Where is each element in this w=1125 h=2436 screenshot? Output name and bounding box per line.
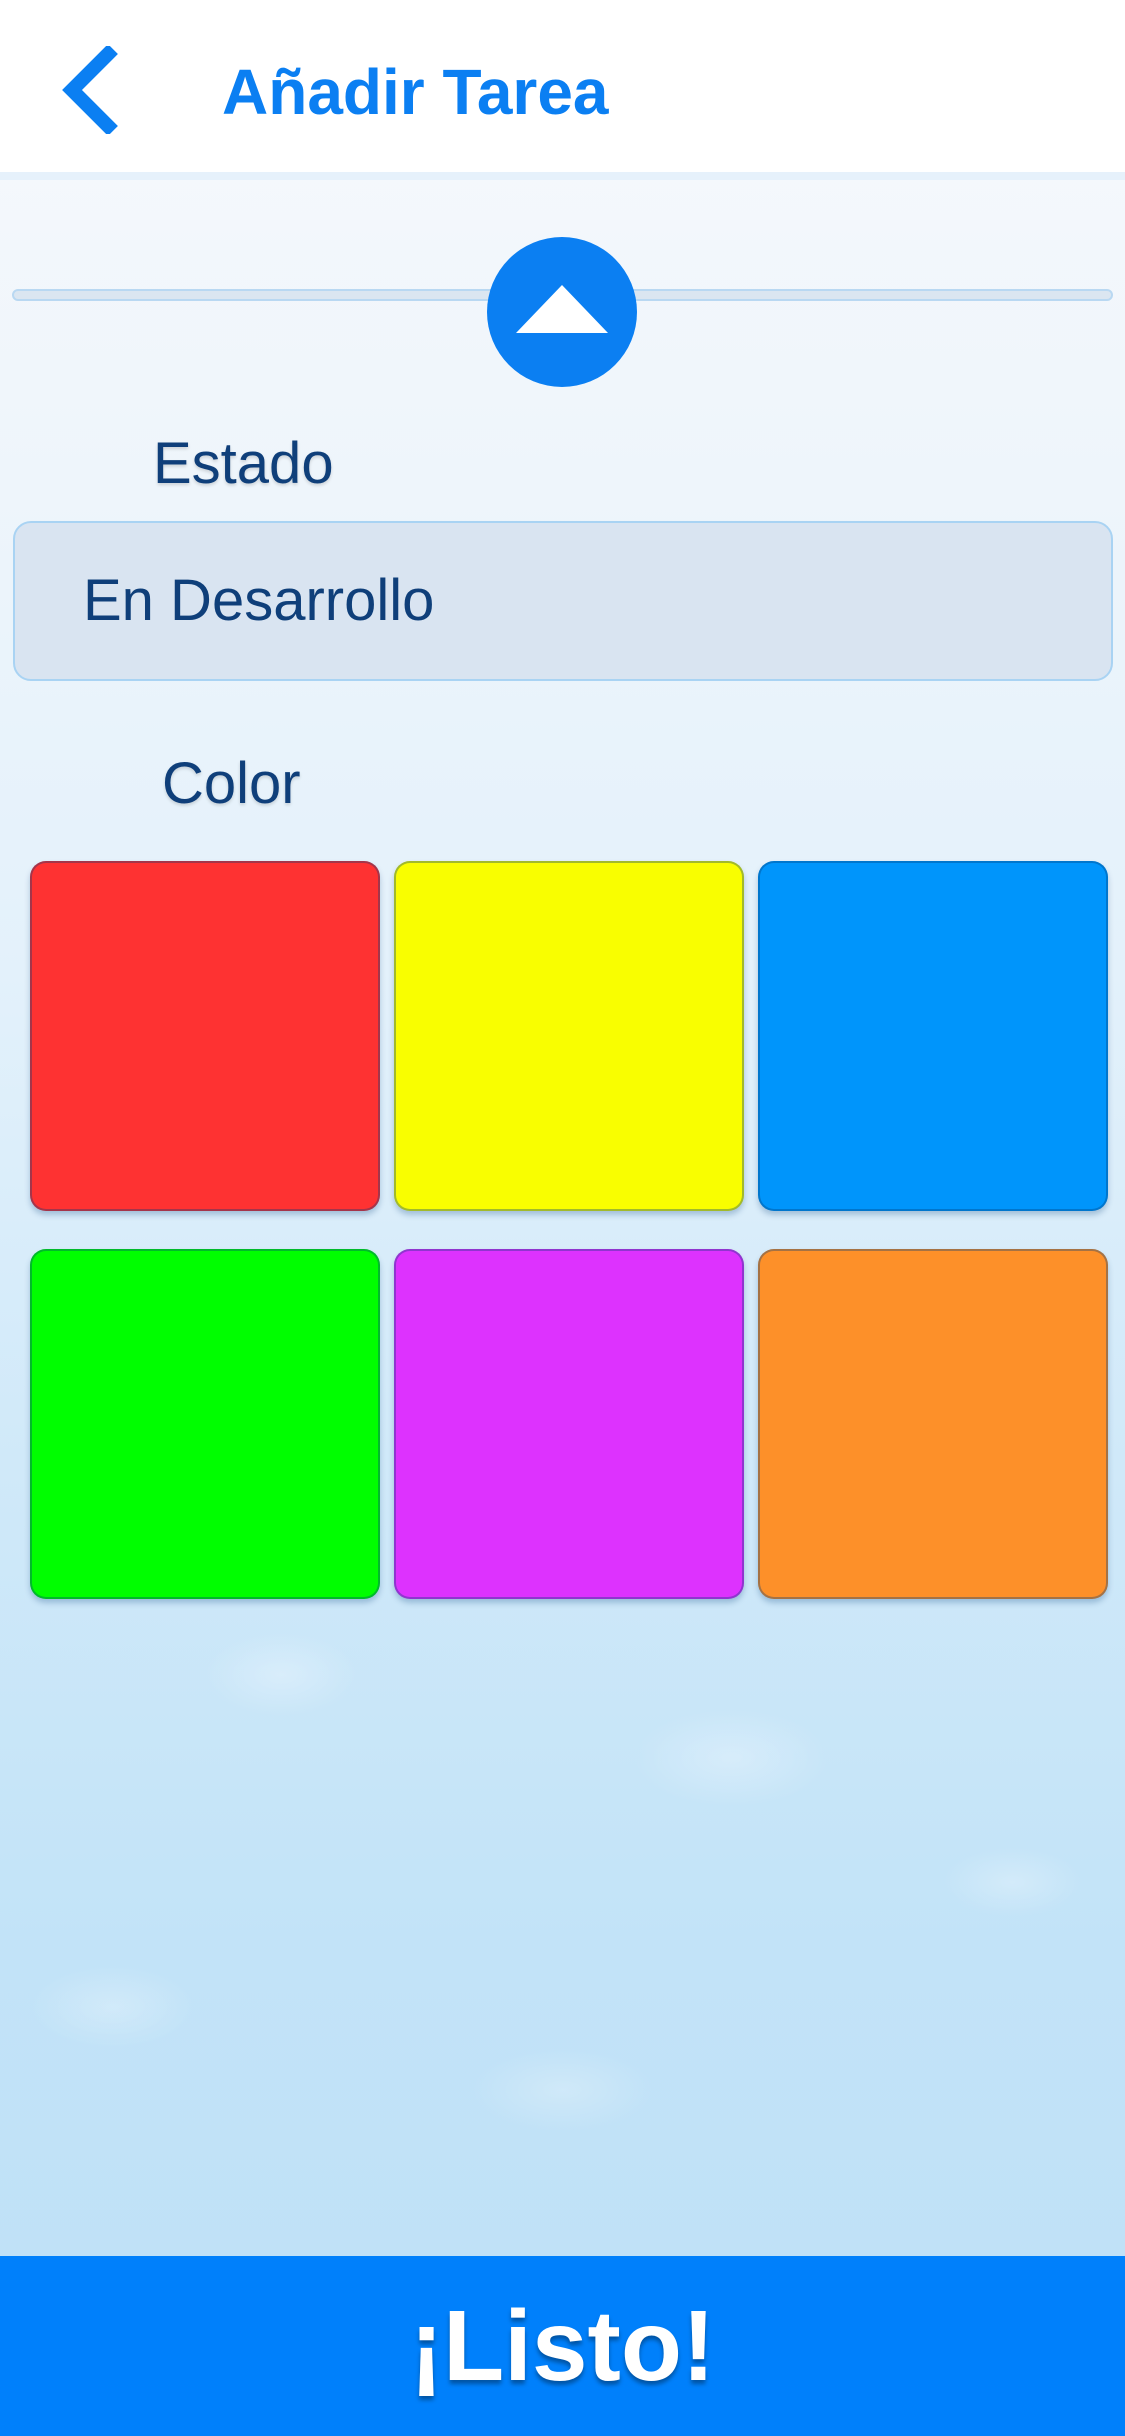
color-label: Color <box>162 751 301 816</box>
estado-value: En Desarrollo <box>83 568 435 633</box>
chevron-left-icon <box>62 46 118 134</box>
done-button-label: ¡Listo! <box>409 2289 716 2402</box>
estado-label: Estado <box>153 431 334 496</box>
estado-select[interactable]: En Desarrollo <box>13 521 1113 681</box>
collapse-handle-button[interactable] <box>487 237 637 387</box>
done-button[interactable]: ¡Listo! <box>0 2256 1125 2436</box>
color-swatch-purple[interactable] <box>394 1249 744 1599</box>
color-swatch-yellow[interactable] <box>394 861 744 1211</box>
color-swatch-red[interactable] <box>30 861 380 1211</box>
header-bar: Añadir Tarea <box>0 0 1125 180</box>
color-swatch-orange[interactable] <box>758 1249 1108 1599</box>
color-swatch-green[interactable] <box>30 1249 380 1599</box>
triangle-up-icon <box>516 285 608 333</box>
back-button[interactable] <box>40 40 140 140</box>
color-swatch-blue[interactable] <box>758 861 1108 1211</box>
page-title: Añadir Tarea <box>222 56 609 128</box>
